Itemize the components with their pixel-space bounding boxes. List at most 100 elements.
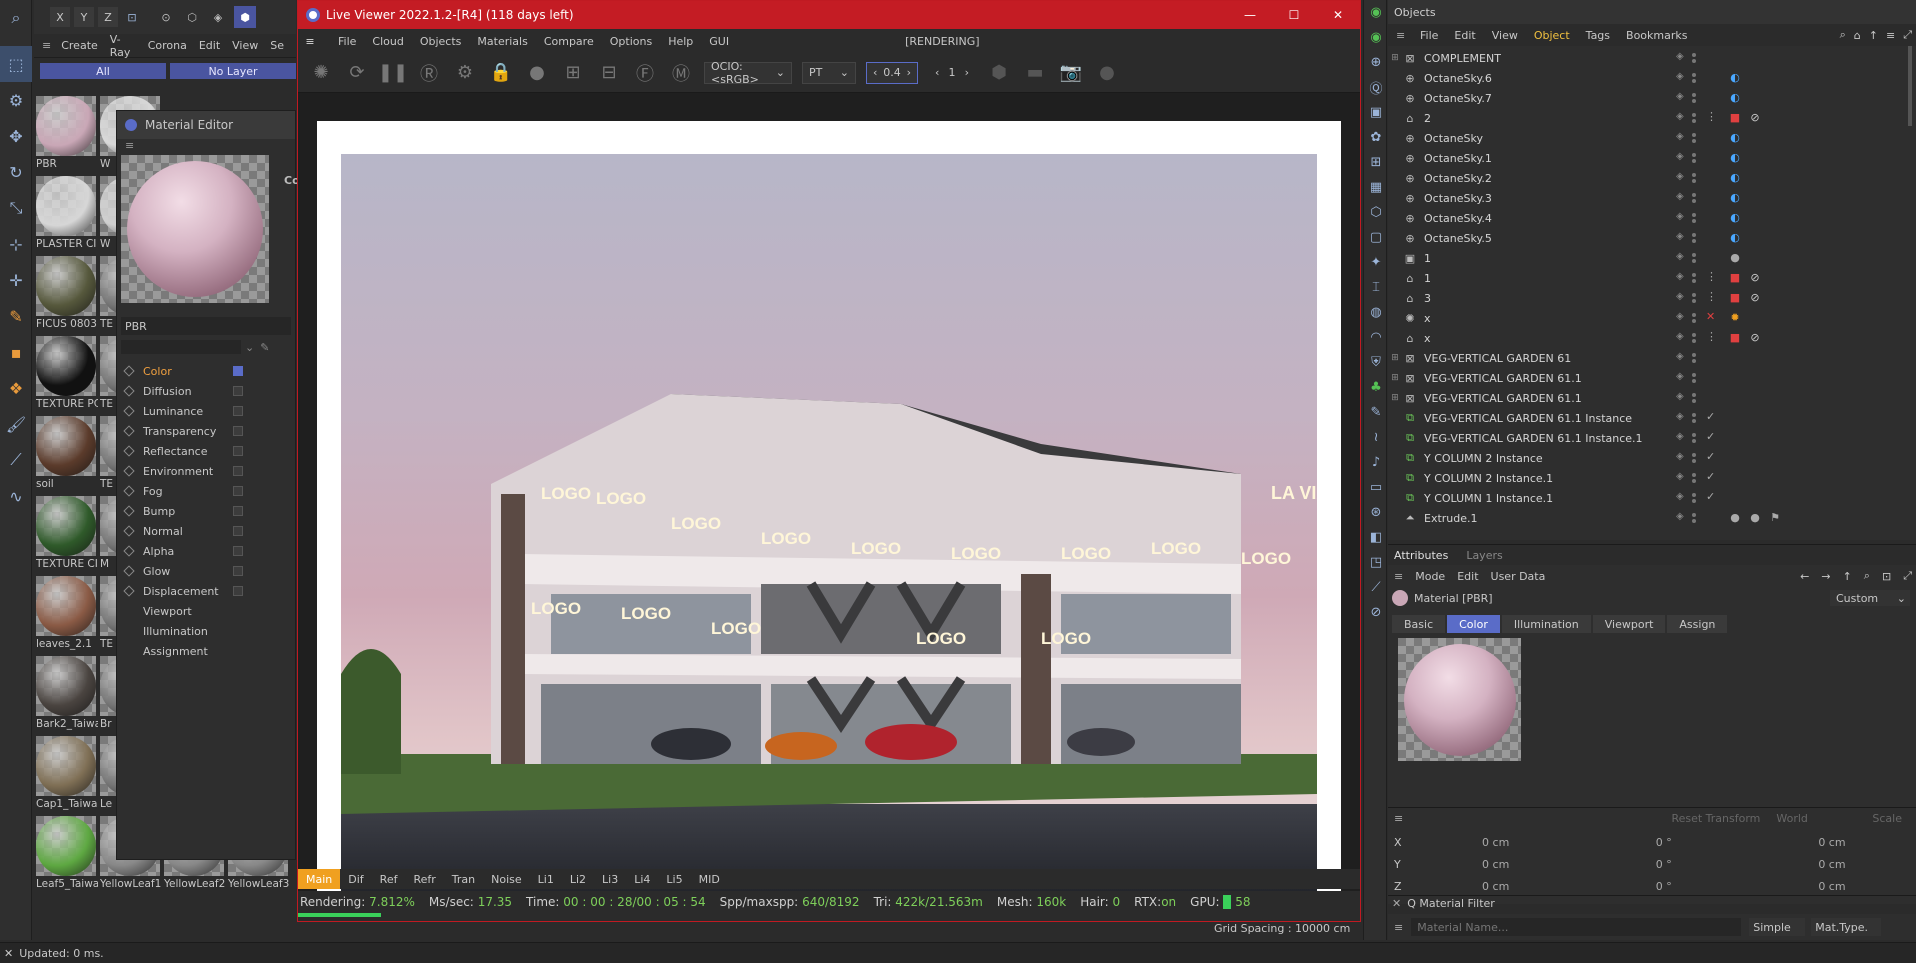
line-icon[interactable]: ⟋ bbox=[1364, 575, 1388, 600]
obj-menu-file[interactable]: File bbox=[1420, 29, 1438, 42]
close-icon[interactable]: ✕ bbox=[4, 947, 13, 960]
pause-icon[interactable]: ❚❚ bbox=[378, 60, 408, 86]
arrow-right-icon[interactable]: → bbox=[1821, 570, 1830, 583]
visibility-dots[interactable] bbox=[1692, 273, 1698, 283]
channel-bump[interactable]: Bump bbox=[117, 501, 295, 521]
obj-menu-edit[interactable]: Edit bbox=[1454, 29, 1475, 42]
channel-glow[interactable]: Glow bbox=[117, 561, 295, 581]
visibility-dots[interactable] bbox=[1692, 233, 1698, 243]
visibility-dots[interactable] bbox=[1692, 373, 1698, 383]
flag-tag-icon[interactable]: ⚑ bbox=[1768, 510, 1782, 524]
lock-icon[interactable]: ⊡ bbox=[1882, 570, 1891, 583]
coord-size-field[interactable]: 0 cm bbox=[1748, 836, 1916, 849]
filter-no-layer-button[interactable]: No Layer bbox=[170, 63, 296, 79]
arrow-left-icon[interactable]: ← bbox=[1800, 570, 1809, 583]
axis-y-button[interactable]: Y bbox=[74, 7, 94, 27]
visibility-dots[interactable] bbox=[1692, 93, 1698, 103]
expand-icon[interactable]: ⤢ bbox=[1903, 28, 1912, 42]
maximize-icon[interactable]: ☐ bbox=[1272, 8, 1316, 22]
obj-menu-view[interactable]: View bbox=[1492, 29, 1518, 42]
material-thumbnail[interactable]: Cap1_Taiwa bbox=[36, 736, 98, 816]
visibility-dots[interactable] bbox=[1692, 413, 1698, 423]
model-mode-icon[interactable]: ⊙ bbox=[156, 7, 176, 27]
hair-icon[interactable]: ≀ bbox=[1364, 425, 1388, 450]
camera-icon[interactable]: 📷 bbox=[1058, 60, 1084, 86]
stop-icon[interactable]: ⊘ bbox=[1364, 600, 1388, 625]
object-row[interactable]: ⏶ Extrude.1 ◈ ● ● ⚑ bbox=[1388, 508, 1916, 528]
material-tab[interactable]: Illumination bbox=[1501, 615, 1591, 633]
coord-size-field[interactable]: 0 cm bbox=[1748, 880, 1916, 893]
state-icon[interactable]: ✓ bbox=[1706, 430, 1715, 443]
material-thumbnail[interactable]: Bark2_Taiwa bbox=[36, 656, 98, 736]
channel-checkbox[interactable] bbox=[233, 446, 243, 456]
hex-icon[interactable]: ⬡ bbox=[1364, 200, 1388, 225]
visibility-dots[interactable] bbox=[1692, 433, 1698, 443]
material-tag-icon[interactable]: ● bbox=[1748, 510, 1762, 524]
scale-tool-icon[interactable]: ⤡ bbox=[0, 190, 32, 226]
object-row[interactable]: ⊞ ⊠ VEG-VERTICAL GARDEN 61 ◈ bbox=[1388, 348, 1916, 368]
layer-icon[interactable]: ◈ bbox=[1676, 171, 1684, 182]
layer-icon[interactable]: ◈ bbox=[1676, 311, 1684, 322]
editor-menu-icon[interactable]: ≡ bbox=[117, 139, 295, 155]
octane-live-icon[interactable]: ◉ bbox=[1364, 25, 1388, 50]
octane-env-tag-icon[interactable]: ◐ bbox=[1728, 170, 1742, 184]
visibility-dots[interactable] bbox=[1692, 253, 1698, 263]
scale-select[interactable]: Scale bbox=[1872, 812, 1902, 825]
qr-icon[interactable]: Ⓠ bbox=[1364, 75, 1388, 100]
object-row[interactable]: ⧉ Y COLUMN 1 Instance.1 ◈ ✓ bbox=[1388, 488, 1916, 508]
shield-icon[interactable]: ⛨ bbox=[1364, 350, 1388, 375]
polygon-mode-icon[interactable]: ⬢ bbox=[234, 6, 256, 28]
attr-menu-edit[interactable]: Edit bbox=[1457, 570, 1478, 583]
box-icon[interactable]: ▢ bbox=[1364, 225, 1388, 250]
lv-menu-options[interactable]: Options bbox=[610, 35, 652, 48]
focus-picker-icon[interactable]: Ⓕ bbox=[632, 60, 658, 86]
camera-tag-icon[interactable]: ■ bbox=[1728, 290, 1742, 304]
camera-tag-icon[interactable]: ■ bbox=[1728, 270, 1742, 284]
no-render-tag-icon[interactable]: ⊘ bbox=[1748, 330, 1762, 344]
filter-mode-select[interactable]: Simple bbox=[1749, 918, 1806, 936]
object-row[interactable]: ⊕ OctaneSky.5 ◈ ◐ bbox=[1388, 228, 1916, 248]
channel-checkbox[interactable] bbox=[233, 526, 243, 536]
film-region-icon[interactable]: ⊟ bbox=[596, 60, 622, 86]
expand-icon[interactable]: ⊞ bbox=[1388, 53, 1402, 63]
material-tab[interactable]: Viewport bbox=[1592, 615, 1666, 633]
filter-type-select[interactable]: Mat.Type. bbox=[1811, 918, 1882, 936]
state-icon[interactable]: ✕ bbox=[1706, 310, 1715, 323]
coord-pos-field[interactable]: 0 cm bbox=[1412, 836, 1580, 849]
knife-icon[interactable]: ⟋ bbox=[0, 442, 32, 478]
octane-env-tag-icon[interactable]: ◐ bbox=[1728, 150, 1742, 164]
channel-checkbox[interactable] bbox=[233, 466, 243, 476]
octane-env-tag-icon[interactable]: ◐ bbox=[1728, 70, 1742, 84]
object-row[interactable]: ⌂ 2 ◈ ⋮ ■ ⊘ bbox=[1388, 108, 1916, 128]
pass-tab[interactable]: Li5 bbox=[658, 869, 690, 889]
visibility-dots[interactable] bbox=[1692, 393, 1698, 403]
camera-tag-icon[interactable]: ■ bbox=[1728, 330, 1742, 344]
search-icon[interactable]: ⌕ bbox=[0, 0, 32, 36]
channel-environment[interactable]: Environment bbox=[117, 461, 295, 481]
object-row[interactable]: ⊕ OctaneSky.4 ◈ ◐ bbox=[1388, 208, 1916, 228]
state-icon[interactable]: ✓ bbox=[1706, 450, 1715, 463]
material-thumbnail[interactable]: leaves_2.1 bbox=[36, 576, 98, 656]
coord-size-field[interactable]: 0 cm bbox=[1748, 858, 1916, 871]
channel-checkbox[interactable] bbox=[233, 366, 243, 376]
search-icon[interactable]: ⌕ bbox=[1840, 28, 1846, 42]
object-row[interactable]: ⧉ Y COLUMN 2 Instance ◈ ✓ bbox=[1388, 448, 1916, 468]
filter-icon[interactable]: ≡ bbox=[1886, 29, 1895, 42]
brush-icon[interactable]: 🖌 bbox=[0, 406, 32, 442]
visibility-dots[interactable] bbox=[1692, 173, 1698, 183]
tag-icon[interactable]: ◳ bbox=[1364, 550, 1388, 575]
pass-tab[interactable]: MID bbox=[691, 869, 728, 889]
channel-checkbox[interactable] bbox=[233, 386, 243, 396]
live-select-icon[interactable]: ⚙ bbox=[0, 82, 32, 118]
cloner-icon[interactable]: ✿ bbox=[1364, 125, 1388, 150]
transform-tool-icon[interactable]: ✛ bbox=[0, 262, 32, 298]
object-row[interactable]: ⊞ ⊠ VEG-VERTICAL GARDEN 61.1 ◈ bbox=[1388, 388, 1916, 408]
object-row[interactable]: ⌂ 3 ◈ ⋮ ■ ⊘ bbox=[1388, 288, 1916, 308]
objects-tab[interactable]: Objects bbox=[1388, 0, 1916, 24]
visibility-dots[interactable] bbox=[1692, 153, 1698, 163]
tab-layers[interactable]: Layers bbox=[1466, 549, 1502, 562]
lv-menu-help[interactable]: Help bbox=[668, 35, 693, 48]
channel-fog[interactable]: Fog bbox=[117, 481, 295, 501]
octane-env-tag-icon[interactable]: ◐ bbox=[1728, 130, 1742, 144]
sphere-icon[interactable]: ● bbox=[524, 60, 550, 86]
